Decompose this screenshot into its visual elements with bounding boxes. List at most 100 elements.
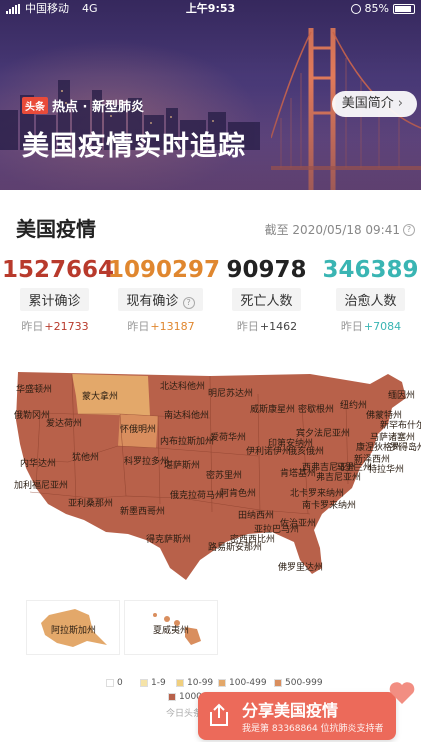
- share-icon: [210, 703, 228, 726]
- state-label[interactable]: 科罗拉多州: [124, 454, 169, 467]
- stat-delta-row: 昨日+21733: [2, 318, 107, 334]
- stat-card: 1527664 累计确诊 昨日+21733: [2, 256, 114, 334]
- stat-label-box: 现有确诊 ?: [118, 288, 203, 311]
- share-button[interactable]: 分享美国疫情 我是第 83368864 位抗肺炎支持者: [198, 692, 396, 740]
- state-label[interactable]: 缅因州: [388, 388, 415, 401]
- us-intro-label: 美国简介: [341, 96, 394, 111]
- state-label[interactable]: 马里兰州: [336, 460, 372, 473]
- alaska-inset[interactable]: 阿拉斯加州: [26, 600, 120, 655]
- alarm-icon: [350, 4, 361, 14]
- state-label[interactable]: 北达科他州: [160, 379, 205, 392]
- legend-swatch: [168, 693, 176, 701]
- state-label[interactable]: 堪萨斯州: [164, 458, 200, 471]
- state-label[interactable]: 俄勒冈州: [14, 408, 50, 421]
- heart-icon[interactable]: [387, 677, 417, 707]
- legend-label: 500-999: [285, 678, 323, 688]
- stat-card: 1090297 现有确诊 ? 昨日+13187: [108, 256, 221, 334]
- chevron-right-icon: ›: [397, 96, 403, 111]
- stat-delta-prefix: 昨日: [340, 320, 363, 333]
- hawaii-label: 夏威夷州: [153, 626, 190, 636]
- updated-text: 截至 2020/05/18 09:41: [264, 223, 400, 237]
- stat-label: 死亡人数: [240, 294, 293, 309]
- state-label[interactable]: 华盛顿州: [16, 382, 52, 395]
- help-icon[interactable]: ?: [182, 297, 195, 309]
- state-label[interactable]: 新墨西哥州: [120, 504, 165, 517]
- stat-value: 346389: [322, 257, 419, 283]
- status-bar: 中国移动 4G 上午9:53 85%: [0, 0, 421, 18]
- state-label[interactable]: 俄亥俄州: [288, 444, 324, 457]
- stat-delta-row: 昨日+7084: [318, 318, 421, 334]
- stat-label: 现有确诊: [126, 294, 179, 309]
- stat-value: 1090297: [108, 257, 221, 283]
- stat-delta-prefix: 昨日: [236, 320, 259, 333]
- stat-label-box: 治愈人数: [336, 288, 405, 311]
- state-label[interactable]: 明尼苏达州: [208, 386, 253, 399]
- state-label[interactable]: 阿肯色州: [220, 486, 256, 499]
- stat-value: 90978: [226, 257, 307, 283]
- status-right: 85%: [350, 0, 415, 18]
- stat-label: 累计确诊: [28, 294, 81, 309]
- state-label[interactable]: 佛罗里达州: [278, 560, 323, 573]
- state-label[interactable]: 犹他州: [72, 450, 99, 463]
- state-label[interactable]: 怀俄明州: [120, 422, 156, 435]
- hero-banner: 中国移动 4G 上午9:53 85% 头条 热点 · 新型肺炎 美国疫情实时追踪…: [0, 0, 421, 190]
- state-label[interactable]: 爱达荷州: [46, 416, 82, 429]
- state-label[interactable]: 密歇根州: [298, 402, 334, 415]
- state-label[interactable]: 内华达州: [20, 456, 56, 469]
- legend-label: 1-9: [151, 678, 166, 688]
- headline-badge: 头条: [22, 97, 48, 114]
- state-label[interactable]: 密苏里州: [206, 468, 242, 481]
- state-label[interactable]: 南达科他州: [164, 408, 209, 421]
- state-label[interactable]: 特拉华州: [368, 462, 404, 475]
- legend-label: 0: [117, 678, 123, 688]
- stat-delta: +21733: [44, 320, 89, 333]
- us-intro-button[interactable]: 美国简介 ›: [331, 91, 417, 117]
- legend-item: 10-99: [176, 678, 213, 688]
- stat-delta-row: 昨日+13187: [108, 318, 213, 334]
- legend-item: 500-999: [274, 678, 323, 688]
- stat-label-box: 死亡人数: [232, 288, 301, 311]
- battery-icon: [393, 4, 415, 14]
- share-title: 分享美国疫情: [242, 701, 339, 720]
- source-text: 今日头条: [166, 709, 203, 719]
- state-label[interactable]: 威斯康星州: [250, 402, 295, 415]
- state-label[interactable]: 路易斯安那州: [208, 540, 262, 553]
- legend-item: 1-9: [140, 678, 166, 688]
- topic-row[interactable]: 头条 热点 · 新型肺炎: [22, 96, 144, 115]
- state-label[interactable]: 加利福尼亚州: [14, 478, 68, 491]
- updated-time: 截至 2020/05/18 09:41 ?: [265, 221, 415, 238]
- state-label[interactable]: 宾夕法尼亚州: [296, 426, 350, 439]
- state-label[interactable]: 亚利桑那州: [68, 496, 113, 509]
- state-label[interactable]: 俄克拉荷马州: [170, 488, 224, 501]
- help-icon[interactable]: ?: [403, 223, 415, 236]
- state-label[interactable]: 田纳西州: [238, 508, 274, 521]
- battery-percent: 85%: [364, 2, 389, 15]
- state-label[interactable]: 南卡罗来纳州: [302, 498, 356, 511]
- stat-card: 90978 死亡人数昨日+1462: [214, 256, 319, 334]
- legend-swatch: [176, 679, 184, 687]
- stat-delta: +1462: [259, 320, 298, 333]
- us-map[interactable]: 华盛顿州蒙大拿州 北达科他州 明尼苏达州俄勒冈州 爱达荷州 南达科他州 怀俄明州 威斯康星州…: [10, 364, 421, 596]
- legend-item: 0: [106, 678, 123, 688]
- hawaii-inset[interactable]: 夏威夷州: [124, 600, 218, 655]
- state-label[interactable]: 内布拉斯加州: [160, 434, 214, 447]
- stat-delta-prefix: 昨日: [21, 320, 44, 333]
- legend-item: 100-499: [218, 678, 267, 688]
- stat-label-box: 累计确诊: [20, 288, 89, 311]
- state-label[interactable]: 爱荷华州: [210, 430, 246, 443]
- stat-delta-row: 昨日+1462: [214, 318, 319, 334]
- share-subtitle: 我是第 83368864 位抗肺炎支持者: [242, 724, 384, 734]
- state-label[interactable]: 蒙大拿州: [82, 389, 118, 402]
- state-label[interactable]: 纽约州: [340, 398, 367, 411]
- stat-card: 346389 治愈人数昨日+7084: [318, 256, 421, 334]
- stat-delta: +13187: [150, 320, 195, 333]
- section-title: 美国疫情: [16, 217, 96, 241]
- state-label[interactable]: 得克萨斯州: [146, 532, 191, 545]
- stat-delta-prefix: 昨日: [127, 320, 150, 333]
- legend-label: 10-99: [187, 678, 214, 688]
- legend-swatch: [106, 679, 114, 687]
- legend-swatch: [274, 679, 282, 687]
- state-label[interactable]: 佐治亚州: [280, 516, 316, 529]
- topic-text: 热点 · 新型肺炎: [52, 100, 144, 115]
- alaska-label: 阿拉斯加州: [51, 626, 97, 636]
